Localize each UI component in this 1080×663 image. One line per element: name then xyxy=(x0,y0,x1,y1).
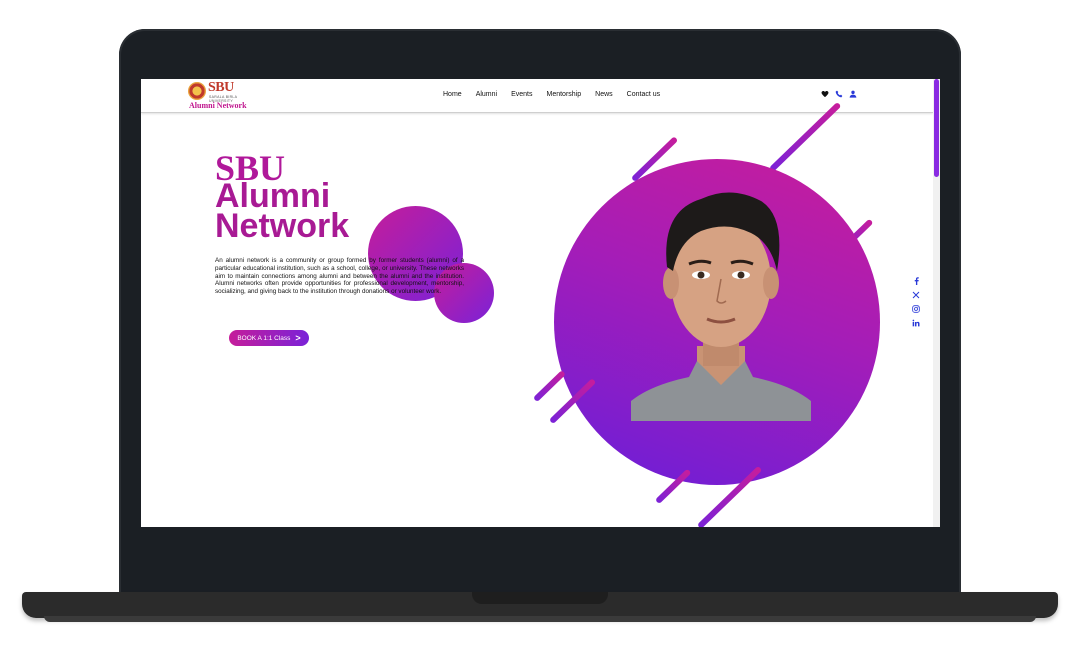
phone-icon[interactable] xyxy=(835,90,843,98)
social-links xyxy=(912,277,920,327)
nav-contact-us[interactable]: Contact us xyxy=(627,91,660,98)
nav-home[interactable]: Home xyxy=(443,91,462,98)
laptop-notch xyxy=(472,592,608,604)
hero-visual xyxy=(521,101,901,527)
header-icons xyxy=(821,90,857,98)
logo-tagline: Alumni Network xyxy=(189,101,247,110)
heart-icon[interactable] xyxy=(821,90,829,98)
linkedin-icon[interactable] xyxy=(912,319,920,327)
decorative-stripe xyxy=(532,370,566,403)
chevron-right-icon: > xyxy=(295,333,301,343)
scrollbar[interactable] xyxy=(933,79,940,527)
main-nav: Home Alumni Events Mentorship News Conta… xyxy=(443,91,674,98)
nav-events[interactable]: Events xyxy=(511,91,532,98)
logo[interactable]: SBU SARALA BIRLA UNIVERSITY Alumni Netwo… xyxy=(188,80,250,111)
x-icon[interactable] xyxy=(912,291,920,299)
laptop-foot xyxy=(44,616,1036,622)
nav-mentorship[interactable]: Mentorship xyxy=(547,91,582,98)
alumni-portrait-image xyxy=(631,171,811,421)
hero-description: An alumni network is a community or grou… xyxy=(215,257,464,296)
browser-screen: SBU SARALA BIRLA UNIVERSITY Alumni Netwo… xyxy=(141,79,940,527)
book-class-label: BOOK A 1:1 Class xyxy=(237,334,291,342)
nav-alumni[interactable]: Alumni xyxy=(476,91,497,98)
logo-brand: SBU xyxy=(208,80,234,95)
university-emblem-icon xyxy=(188,82,206,100)
scrollbar-thumb[interactable] xyxy=(934,79,939,177)
instagram-icon[interactable] xyxy=(912,305,920,313)
hero-title-network: Network xyxy=(215,207,350,245)
book-class-button[interactable]: BOOK A 1:1 Class > xyxy=(229,330,309,346)
site-header: SBU SARALA BIRLA UNIVERSITY Alumni Netwo… xyxy=(141,79,933,113)
facebook-icon[interactable] xyxy=(912,277,920,285)
user-icon[interactable] xyxy=(849,90,857,98)
nav-news[interactable]: News xyxy=(595,91,613,98)
